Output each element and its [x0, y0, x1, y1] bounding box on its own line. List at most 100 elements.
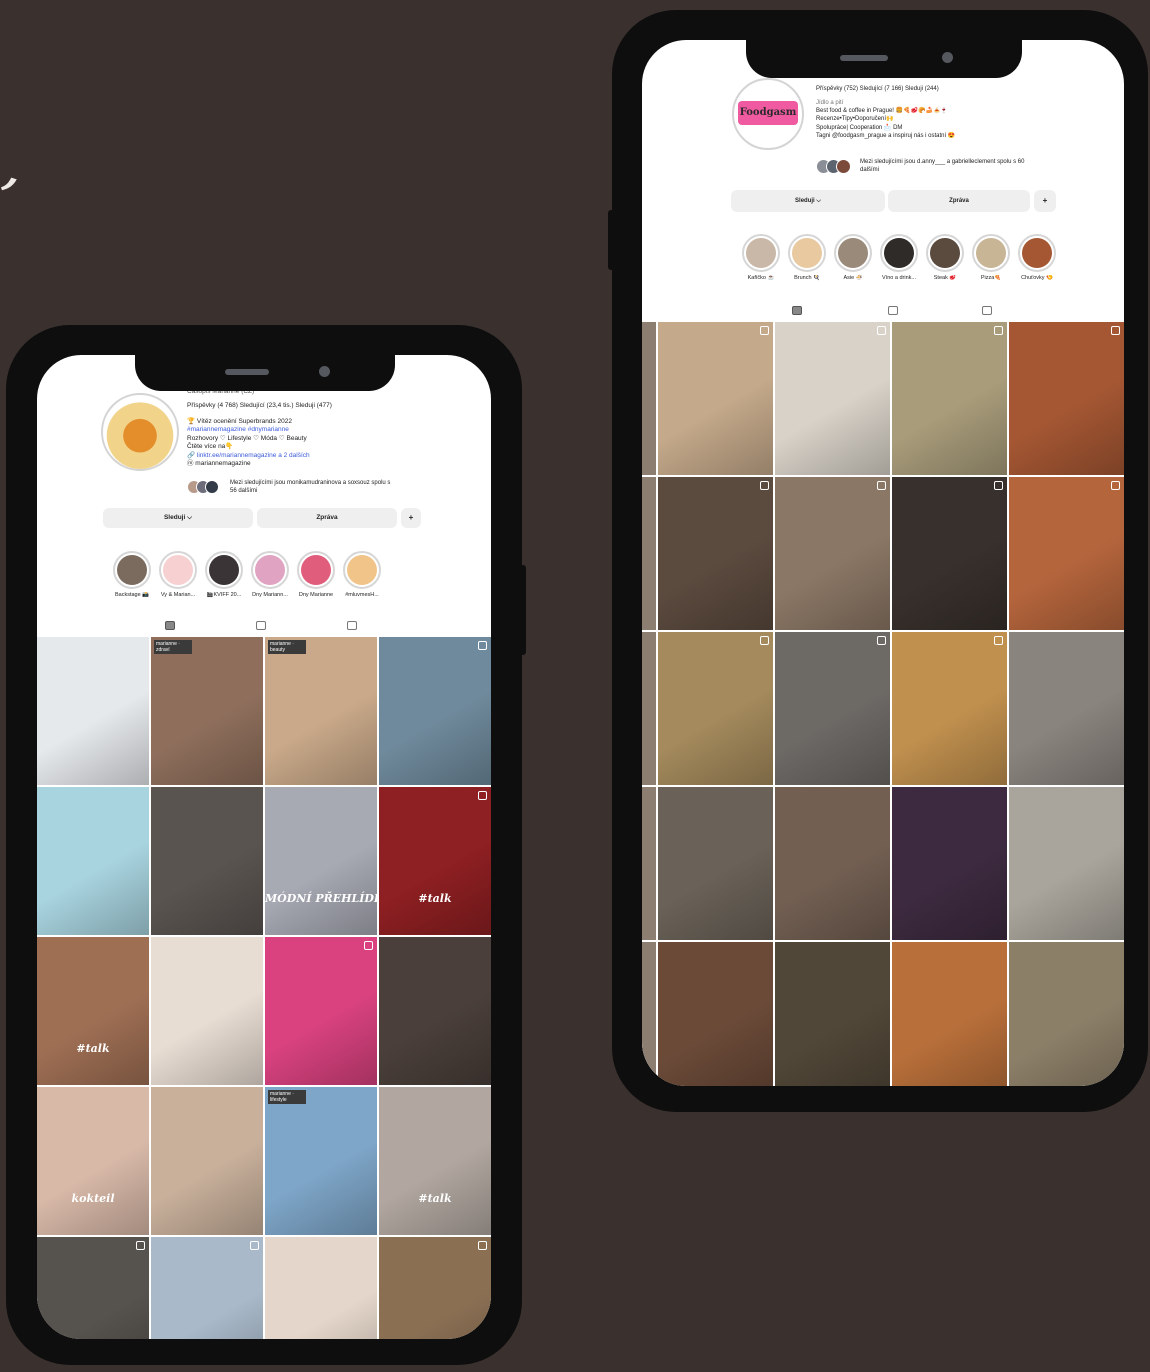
post-thumbnail[interactable]: [379, 1237, 491, 1339]
grid-icon[interactable]: [165, 621, 175, 630]
message-button[interactable]: Zpráva: [888, 190, 1030, 212]
post-thumbnail[interactable]: #talk: [379, 1087, 491, 1235]
post-thumbnail[interactable]: #talk: [379, 787, 491, 935]
story-highlight[interactable]: Steak 🥩: [922, 234, 968, 281]
carousel-icon: [478, 791, 487, 800]
post-thumbnail[interactable]: [265, 937, 377, 1085]
post-thumbnail[interactable]: [151, 1237, 263, 1339]
highlight-cover: [926, 234, 964, 272]
story-highlight[interactable]: Chuťovky 🍤: [1014, 234, 1060, 281]
post-thumbnail[interactable]: #talk: [37, 937, 149, 1085]
post-thumbnail[interactable]: kokteil: [37, 1087, 149, 1235]
story-highlight[interactable]: #mluvmesH...: [339, 551, 385, 598]
story-highlight[interactable]: Dny Mariann...: [247, 551, 293, 598]
post-thumbnail[interactable]: [892, 632, 1007, 785]
bio-line: Best food & coffee in Prague! 🍔🍕🥩🥐🍰🍝🍷: [816, 108, 948, 115]
post-thumbnail[interactable]: [658, 477, 773, 630]
story-highlight[interactable]: Brunch 🍳: [784, 234, 830, 281]
post-thumbnail[interactable]: [892, 942, 1007, 1086]
partial-post[interactable]: [642, 322, 656, 475]
story-highlight[interactable]: 🎬KVIFF 20...: [201, 551, 247, 598]
follow-button[interactable]: Sleduji ⌵: [103, 508, 253, 528]
bio-line: Tagni @foodgasm_prague a inspiruj nás i …: [816, 132, 956, 139]
post-thumbnail[interactable]: [775, 787, 890, 940]
post-thumbnail[interactable]: marianne · beauty: [265, 637, 377, 785]
grid-icon[interactable]: [792, 306, 802, 315]
add-person-button[interactable]: +: [1034, 190, 1056, 212]
side-button: [608, 210, 614, 270]
post-thumbnail[interactable]: [775, 632, 890, 785]
post-thumbnail[interactable]: [658, 632, 773, 785]
story-highlight[interactable]: Asie 🍜: [830, 234, 876, 281]
bio-line: Spolupráce| Cooperation 📩 DM: [816, 124, 903, 131]
post-thumbnail[interactable]: [379, 637, 491, 785]
post-thumbnail[interactable]: PŮLROČNÍ PŘEDPLATNÉ: [265, 1237, 377, 1339]
story-highlight[interactable]: Pizza🍕: [968, 234, 1014, 281]
tagged-icon[interactable]: [347, 621, 357, 630]
partial-post[interactable]: [642, 477, 656, 630]
post-thumbnail[interactable]: [658, 787, 773, 940]
post-thumbnail[interactable]: marianne · lifestyle: [265, 1087, 377, 1235]
bio-line: Čtěte více na👇: [187, 443, 234, 451]
post-thumbnail[interactable]: [37, 1237, 149, 1339]
post-badge: marianne · beauty: [268, 640, 306, 654]
highlight-cover: [297, 551, 335, 589]
reels-icon[interactable]: [256, 621, 266, 630]
post-thumbnail[interactable]: [379, 937, 491, 1085]
bio-line[interactable]: #mariannemagazine #dnymarianne: [187, 426, 289, 434]
story-highlight[interactable]: Kafíčko ☕: [738, 234, 784, 281]
post-thumbnail[interactable]: marianne · zdraví: [151, 637, 263, 785]
post-thumbnail[interactable]: [658, 322, 773, 475]
partial-post[interactable]: [642, 942, 656, 1086]
carousel-icon: [760, 636, 769, 645]
post-thumbnail[interactable]: [1009, 787, 1124, 940]
follow-button[interactable]: Sleduji ⌵: [731, 190, 885, 212]
carousel-icon: [1111, 326, 1120, 335]
post-caption: kokteil: [71, 1192, 115, 1205]
post-thumbnail[interactable]: [1009, 942, 1124, 1086]
story-highlight[interactable]: Backstage 📸: [109, 551, 155, 598]
post-thumbnail[interactable]: [151, 937, 263, 1085]
decorative-glyph: ’: [0, 163, 24, 237]
post-thumbnail[interactable]: [1009, 322, 1124, 475]
profile-avatar[interactable]: [101, 393, 179, 471]
story-highlight[interactable]: Vy & Marian...: [155, 551, 201, 598]
bio-line: Recenze•Tipy•Doporučení🙌: [816, 116, 894, 123]
post-thumbnail[interactable]: [1009, 477, 1124, 630]
partial-post[interactable]: [642, 632, 656, 785]
post-thumbnail[interactable]: [151, 787, 263, 935]
post-thumbnail[interactable]: [775, 942, 890, 1086]
story-highlight[interactable]: Dny Marianne: [293, 551, 339, 598]
post-thumbnail[interactable]: [775, 322, 890, 475]
highlight-cover: [788, 234, 826, 272]
carousel-icon: [994, 636, 1003, 645]
post-caption: #talk: [418, 892, 452, 905]
highlight-label: 🎬KVIFF 20...: [206, 592, 242, 598]
carousel-icon: [136, 1241, 145, 1250]
post-thumbnail[interactable]: [1009, 632, 1124, 785]
post-thumbnail[interactable]: [37, 637, 149, 785]
profile-stats[interactable]: Příspěvky (4 768) Sledující (23,4 tis.) …: [187, 402, 332, 410]
reels-icon[interactable]: [888, 306, 898, 315]
bio-line[interactable]: 🔗 linktr.ee/mariannemagazine a 2 dalších: [187, 452, 310, 460]
highlight-label: Steak 🥩: [933, 275, 957, 281]
profile-stats[interactable]: Příspěvky (752) Sledující (7 166) Sleduj…: [816, 86, 939, 94]
post-thumbnail[interactable]: [892, 787, 1007, 940]
message-button[interactable]: Zpráva: [257, 508, 397, 528]
post-thumbnail[interactable]: MÓDNÍ PŘEHLÍDKA: [265, 787, 392, 935]
post-thumbnail[interactable]: [775, 477, 890, 630]
post-thumbnail[interactable]: [892, 477, 1007, 630]
tagged-icon[interactable]: [982, 306, 992, 315]
partial-post[interactable]: [642, 787, 656, 940]
post-thumbnail[interactable]: [37, 787, 149, 935]
carousel-icon: [478, 641, 487, 650]
highlight-cover: [343, 551, 381, 589]
story-highlight[interactable]: Víno a drink...: [876, 234, 922, 281]
highlight-label: Vy & Marian...: [160, 592, 196, 598]
post-thumbnail[interactable]: [658, 942, 773, 1086]
post-thumbnail[interactable]: [892, 322, 1007, 475]
add-person-button[interactable]: +: [401, 508, 421, 528]
follower-avatars: [816, 159, 851, 179]
post-thumbnail[interactable]: [151, 1087, 263, 1235]
profile-avatar[interactable]: Foodgasm: [732, 78, 804, 150]
